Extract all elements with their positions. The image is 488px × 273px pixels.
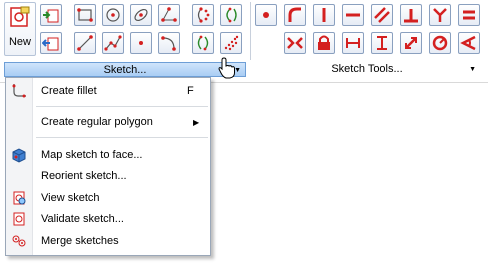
tangent-icon xyxy=(288,7,301,22)
perpendicular-icon xyxy=(404,9,418,23)
map-sketch-label: Map sketch to face... xyxy=(41,149,143,161)
exit-sketch-button[interactable] xyxy=(40,32,62,54)
ellipse-icon xyxy=(134,8,148,22)
symmetric-constraint-button[interactable] xyxy=(284,32,306,54)
menu-item-validate-sketch[interactable]: Validate sketch... xyxy=(6,209,210,229)
arc-center-icon xyxy=(226,7,237,23)
point-cloud-button[interactable] xyxy=(220,32,242,54)
fix-point-icon xyxy=(263,12,269,18)
regular-polygon-label: Create regular polygon xyxy=(41,116,153,128)
menu-item-create-fillet[interactable]: Create fillet F xyxy=(6,81,210,101)
view-sketch-label: View sketch xyxy=(41,192,100,204)
radius-icon xyxy=(432,35,448,51)
menu-separator xyxy=(36,106,208,107)
spline-tool-button[interactable] xyxy=(158,32,180,54)
view-sketch-icon xyxy=(13,191,26,205)
edit-sketch-button[interactable] xyxy=(40,4,62,26)
validate-sketch-icon xyxy=(13,212,25,226)
chevron-down-icon: ▼ xyxy=(469,66,476,73)
new-sketch-icon xyxy=(10,6,30,27)
horizontal-distance-button[interactable] xyxy=(342,32,364,54)
rectangle-tool-button[interactable] xyxy=(74,4,96,26)
polyline-icon xyxy=(104,35,122,51)
polyline-tool-button[interactable] xyxy=(102,32,124,54)
spline-icon xyxy=(161,36,176,51)
sketch-tools-label: Sketch Tools... xyxy=(331,63,403,75)
point-tool-button[interactable] xyxy=(130,32,152,54)
menu-item-map-sketch-to-face[interactable]: Map sketch to face... xyxy=(6,145,210,165)
exit-sketch-icon xyxy=(42,37,59,51)
lock-constraint-button[interactable] xyxy=(313,32,335,54)
triangle-points-button[interactable] xyxy=(158,4,180,26)
horizontal-distance-icon xyxy=(346,38,360,48)
menu-item-create-regular-polygon[interactable]: Create regular polygon ▶ xyxy=(6,112,210,132)
coincident-icon xyxy=(433,8,447,22)
horizontal-icon xyxy=(346,13,360,17)
reorient-sketch-label: Reorient sketch... xyxy=(41,170,127,182)
arc-three-point-icon xyxy=(197,35,209,51)
fillet-icon xyxy=(12,84,26,98)
perpendicular-constraint-button[interactable] xyxy=(400,4,422,26)
vertical-distance-button[interactable] xyxy=(371,32,393,54)
new-sketch-button[interactable]: New xyxy=(4,2,36,56)
angle-icon xyxy=(460,35,476,51)
arc-tool-button[interactable] xyxy=(192,4,214,26)
equal-icon xyxy=(463,10,475,20)
arc-three-point-button[interactable] xyxy=(192,32,214,54)
point-cloud-icon xyxy=(224,35,239,51)
sketch-tools-group-dropdown[interactable]: Sketch Tools... ▼ xyxy=(250,62,484,77)
merge-sketches-icon xyxy=(12,235,26,247)
line-tool-button[interactable] xyxy=(74,32,96,54)
parallel-constraint-button[interactable] xyxy=(371,4,393,26)
angle-constraint-button[interactable] xyxy=(458,32,480,54)
hand-cursor-icon xyxy=(218,57,235,79)
sketch-group-dropdown[interactable]: Sketch... ▼ xyxy=(4,62,246,77)
radius-constraint-button[interactable] xyxy=(429,32,451,54)
symmetric-icon xyxy=(287,37,303,49)
menu-item-merge-sketches[interactable]: Merge sketches xyxy=(6,231,210,251)
validate-sketch-label: Validate sketch... xyxy=(41,213,124,225)
vertical-icon xyxy=(322,8,326,22)
submenu-arrow-icon: ▶ xyxy=(193,117,200,127)
create-fillet-shortcut: F xyxy=(187,85,194,97)
line-icon xyxy=(77,35,93,51)
sketch-group-label: Sketch... xyxy=(103,64,147,76)
arc-icon xyxy=(197,7,210,23)
ellipse-tool-button[interactable] xyxy=(130,4,152,26)
new-label: New xyxy=(8,36,31,48)
points-triangle-icon xyxy=(161,7,177,22)
distance-constraint-button[interactable] xyxy=(400,32,422,54)
merge-sketches-label: Merge sketches xyxy=(41,235,119,247)
edit-sketch-icon xyxy=(43,9,59,23)
rectangle-icon xyxy=(77,8,93,22)
circle-icon xyxy=(106,8,120,22)
coincident-constraint-button[interactable] xyxy=(429,4,451,26)
parallel-icon xyxy=(374,7,390,23)
horizontal-constraint-button[interactable] xyxy=(342,4,364,26)
group-divider xyxy=(250,2,251,60)
circle-tool-button[interactable] xyxy=(102,4,124,26)
sketch-dropdown-menu: Create fillet F Create regular polygon ▶… xyxy=(5,77,211,256)
distance-icon xyxy=(405,37,417,49)
create-fillet-label: Create fillet xyxy=(41,85,97,97)
menu-item-reorient-sketch[interactable]: Reorient sketch... xyxy=(6,166,210,186)
fix-point-button[interactable] xyxy=(255,4,277,26)
ribbon: New Sketch... ▼ Sketch Tools... ▼ xyxy=(0,0,488,83)
vertical-constraint-button[interactable] xyxy=(313,4,335,26)
lock-icon xyxy=(318,35,330,50)
menu-separator xyxy=(36,137,208,138)
vertical-distance-icon xyxy=(377,36,387,50)
arc-center-button[interactable] xyxy=(220,4,242,26)
equal-constraint-button[interactable] xyxy=(458,4,480,26)
point-icon xyxy=(139,41,143,45)
menu-item-view-sketch[interactable]: View sketch xyxy=(6,188,210,208)
map-sketch-icon xyxy=(12,148,26,163)
tangent-constraint-button[interactable] xyxy=(284,4,306,26)
